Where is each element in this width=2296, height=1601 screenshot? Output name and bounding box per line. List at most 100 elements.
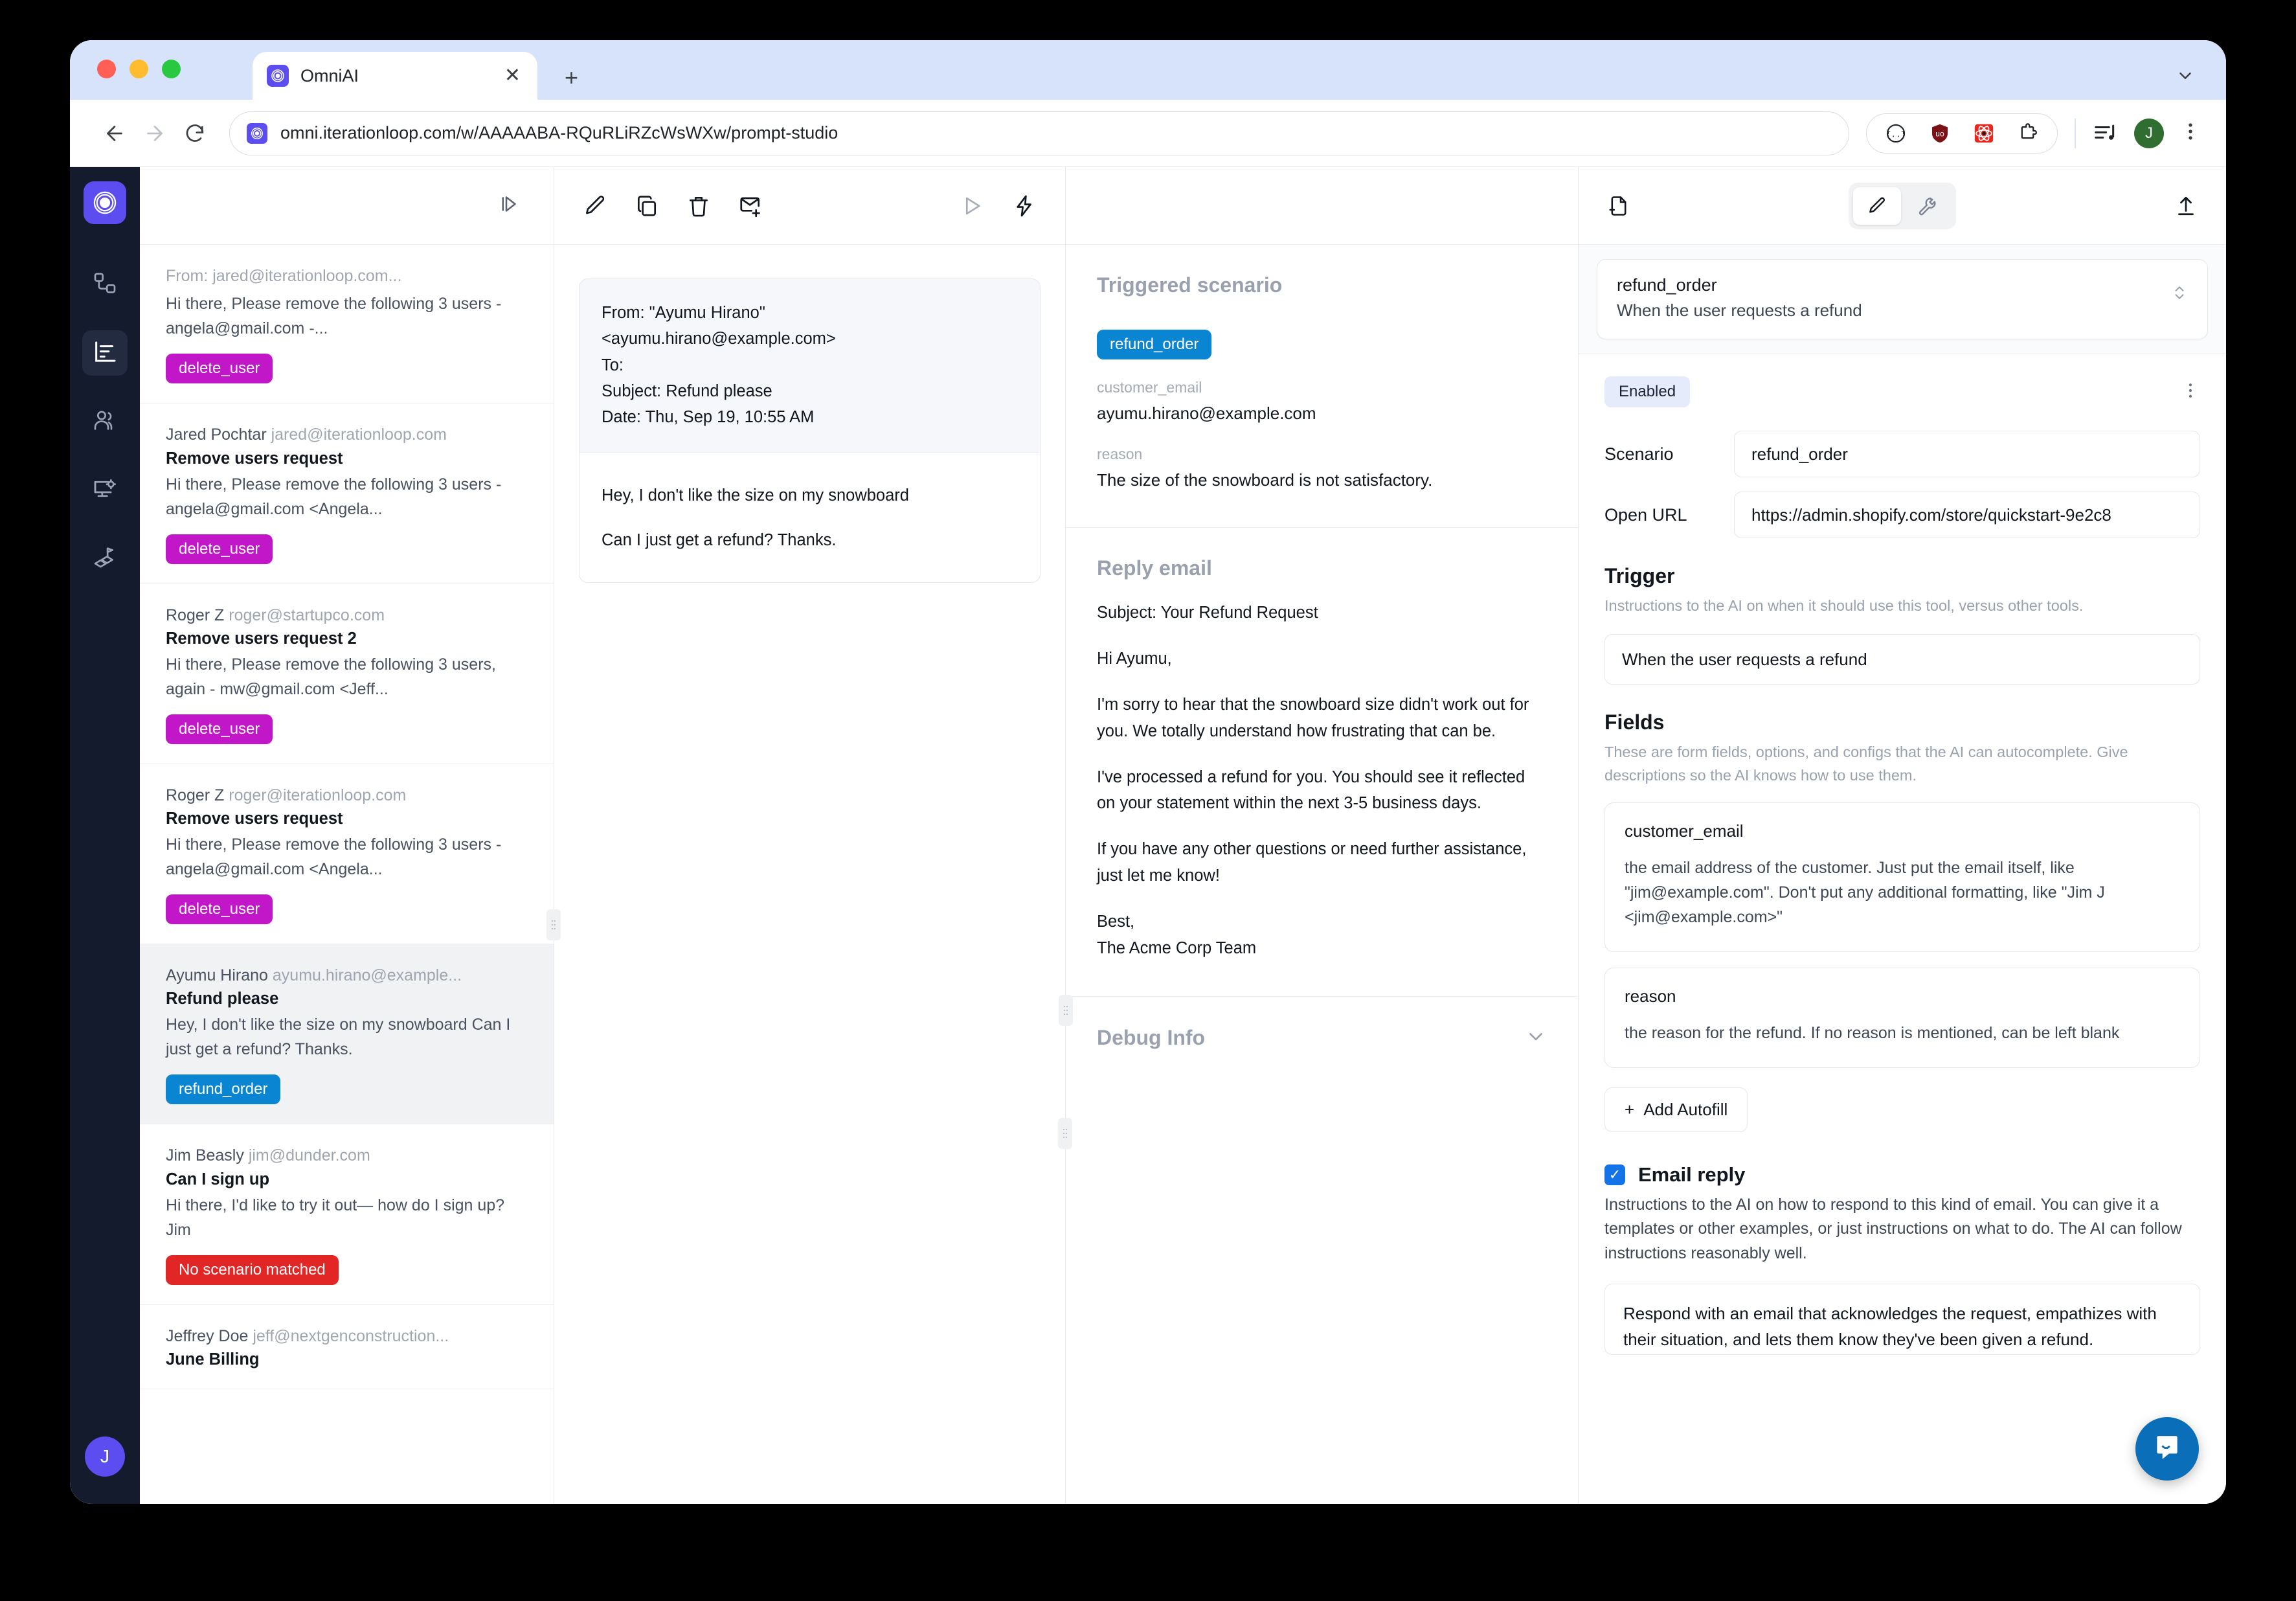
mail-list-item[interactable]: Roger Z roger@startupco.com Remove users … xyxy=(140,584,554,764)
mail-list-item[interactable]: Roger Z roger@iterationloop.com Remove us… xyxy=(140,764,554,944)
mail-list-scroll[interactable]: From: jared@iterationloop.com... Hi there… xyxy=(140,245,554,1504)
run-all-lightning-icon[interactable] xyxy=(1012,194,1037,218)
mail-list-item[interactable]: Ayumu Hirano ayumu.hirano@example... Refu… xyxy=(140,944,554,1125)
open-url-input[interactable]: https://admin.shopify.com/store/quicksta… xyxy=(1734,492,2200,538)
debug-info-title: Debug Info xyxy=(1097,1026,1206,1050)
triggered-scenario-tag[interactable]: refund_order xyxy=(1097,330,1212,359)
debug-info-section[interactable]: Debug Info xyxy=(1066,997,1578,1079)
mail-item-sender: Jim Beasly jim@dunder.com xyxy=(166,1146,370,1165)
tab-search-chevron-icon[interactable] xyxy=(2176,66,2195,89)
results-column: Triggered scenario refund_order customer… xyxy=(1059,167,1579,1504)
mail-item-tag[interactable]: delete_user xyxy=(166,714,273,744)
close-window-button[interactable] xyxy=(97,60,116,78)
ublock-origin-extension-icon[interactable]: uo xyxy=(1928,121,1952,146)
browser-profile-avatar[interactable]: J xyxy=(2134,118,2164,148)
collapse-panel-icon[interactable] xyxy=(497,192,520,219)
scenario-picker[interactable]: refund_order When the user requests a re… xyxy=(1597,259,2208,339)
mail-item-address: jared@iterationloop.com xyxy=(271,426,447,444)
workflow-nodes-icon xyxy=(92,270,118,299)
back-button[interactable] xyxy=(95,113,135,153)
mail-item-sender: Jeffrey Doe jeff@nextgenconstruction... xyxy=(166,1326,449,1345)
scenario-field-value: ayumu.hirano@example.com xyxy=(1097,403,1316,423)
media-controls-icon[interactable] xyxy=(2093,121,2117,146)
mail-item-tag[interactable]: delete_user xyxy=(166,894,273,924)
sidebar-item-journeys[interactable] xyxy=(82,536,128,582)
mail-list-item[interactable]: Jim Beasly jim@dunder.com Can I sign up Hi… xyxy=(140,1124,554,1305)
address-bar[interactable]: omni.iterationloop.com/w/AAAAABA-RQuRLiR… xyxy=(229,111,1849,155)
field-card-list: customer_email the email address of the c… xyxy=(1604,802,2200,1068)
status-badge[interactable]: Enabled xyxy=(1604,376,1691,407)
email-body-paragraph: Hey, I don't like the size on my snowboa… xyxy=(602,486,909,505)
email-reply-block: ✓ Email reply Instructions to the AI on … xyxy=(1604,1163,2200,1356)
json-viewer-extension-icon[interactable]: {..} xyxy=(1884,121,1908,146)
email-reply-checkbox[interactable]: ✓ xyxy=(1604,1164,1625,1185)
mail-list-item[interactable]: From: jared@iterationloop.com... Hi there… xyxy=(140,245,554,404)
edit-pencil-icon[interactable] xyxy=(583,194,607,218)
mail-item-tag[interactable]: delete_user xyxy=(166,534,273,564)
mail-item-tag[interactable]: No scenario matched xyxy=(166,1255,339,1285)
extensions-puzzle-icon[interactable] xyxy=(2016,121,2040,146)
new-email-icon[interactable] xyxy=(738,194,763,218)
minimize-window-button[interactable] xyxy=(129,60,148,78)
run-play-icon[interactable] xyxy=(960,194,985,218)
autofill-field-description: the reason for the refund. If no reason … xyxy=(1625,1023,2120,1042)
trigger-input[interactable]: When the user requests a refund xyxy=(1604,634,2200,685)
sidebar-item-workflows[interactable] xyxy=(82,262,128,307)
email-header-line: <ayumu.hirano@example.com> xyxy=(602,330,836,348)
autofill-field-card[interactable]: customer_email the email address of the c… xyxy=(1604,802,2200,952)
react-devtools-extension-icon[interactable] xyxy=(1972,121,1996,146)
mail-list-item[interactable]: Jeffrey Doe jeff@nextgenconstruction... J… xyxy=(140,1305,554,1389)
scenario-input[interactable]: refund_order xyxy=(1734,431,2200,477)
browser-tab-strip: OmniAI ✕ + xyxy=(70,40,2226,100)
browser-tab[interactable]: OmniAI ✕ xyxy=(253,52,537,100)
new-tab-button[interactable]: + xyxy=(565,66,578,89)
email-reply-textarea[interactable]: Respond with an email that acknowledges … xyxy=(1604,1284,2200,1356)
desktop-background: OmniAI ✕ + omni.iterationloop.com/w/AAAA… xyxy=(0,0,2296,1601)
tab-tools-mode[interactable] xyxy=(1904,187,1952,225)
email-reply-description: Instructions to the AI on how to respond… xyxy=(1604,1195,2182,1262)
triggered-scenario-title: Triggered scenario xyxy=(1097,273,1283,297)
add-autofill-button[interactable]: + Add Autofill xyxy=(1604,1087,1748,1132)
scenario-menu-kebab-icon[interactable] xyxy=(2181,381,2200,403)
svg-text:uo: uo xyxy=(1935,129,1944,138)
autofill-field-card[interactable]: reason the reason for the refund. If no r… xyxy=(1604,967,2200,1068)
delete-trash-icon[interactable] xyxy=(686,194,711,218)
mail-item-snippet: Hi there, Please remove the following 3 … xyxy=(166,835,502,878)
mail-item-sender: Roger Z roger@startupco.com xyxy=(166,606,385,624)
intercom-chat-launcher[interactable] xyxy=(2135,1417,2199,1481)
reply-email-body: Subject: Your Refund Request Hi Ayumu, I'm… xyxy=(1097,600,1547,961)
reply-paragraph: If you have any other questions or need … xyxy=(1097,840,1527,885)
browser-menu-kebab-icon[interactable] xyxy=(2179,120,2201,146)
resize-grip-results[interactable] xyxy=(1059,995,1073,1026)
reload-button[interactable] xyxy=(175,113,215,153)
tab-edit-mode[interactable] xyxy=(1853,187,1901,225)
window-traffic-lights xyxy=(97,60,181,78)
mail-item-tag[interactable]: delete_user xyxy=(166,354,273,384)
maximize-window-button[interactable] xyxy=(162,60,181,78)
mail-item-tag[interactable]: refund_order xyxy=(166,1074,281,1105)
close-tab-button[interactable]: ✕ xyxy=(502,66,523,85)
email-body-paragraph: Can I just get a refund? Thanks. xyxy=(602,531,837,550)
mail-item-snippet: Hi there, Please remove the following 3 … xyxy=(166,655,496,698)
user-avatar[interactable]: J xyxy=(85,1436,125,1477)
chevron-down-icon[interactable] xyxy=(1525,1025,1547,1050)
triggered-scenario-section: Triggered scenario refund_order customer… xyxy=(1066,245,1578,528)
mail-list-item[interactable]: Jared Pochtar jared@iterationloop.com Rem… xyxy=(140,403,554,584)
publish-upload-icon[interactable] xyxy=(2174,194,2198,218)
duplicate-icon[interactable] xyxy=(635,194,659,218)
sidebar-logo-icon[interactable] xyxy=(84,181,126,224)
fields-description: These are form fields, options, and conf… xyxy=(1604,744,2128,784)
new-scenario-file-icon[interactable] xyxy=(1607,194,1630,218)
open-url-field-row: Open URL https://admin.shopify.com/store… xyxy=(1604,492,2200,538)
mail-item-sender: Ayumu Hirano ayumu.hirano@example... xyxy=(166,966,462,984)
sidebar-item-prompt-studio[interactable] xyxy=(82,330,128,376)
forward-button[interactable] xyxy=(135,113,175,153)
trigger-description: Instructions to the AI on when it should… xyxy=(1604,597,2084,614)
scenario-field-key: reason xyxy=(1097,445,1143,462)
config-scroll[interactable]: Enabled Scenario refund_order Open URL h… xyxy=(1579,354,2226,1504)
chevron-updown-icon[interactable] xyxy=(2171,275,2188,307)
sidebar-item-people[interactable] xyxy=(82,399,128,444)
scenario-picker-description: When the user requests a refund xyxy=(1617,301,1862,320)
sidebar-item-devices[interactable] xyxy=(82,468,128,513)
email-header-line: Subject: Refund please xyxy=(602,381,772,400)
